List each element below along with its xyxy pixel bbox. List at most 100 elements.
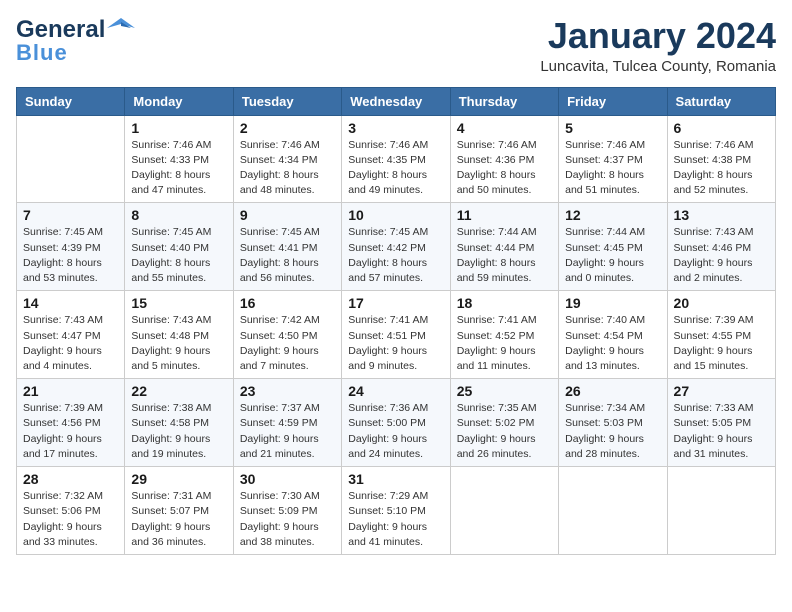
calendar-cell: 15 Sunrise: 7:43 AMSunset: 4:48 PMDayligh… xyxy=(125,291,233,379)
day-info: Sunrise: 7:44 AMSunset: 4:45 PMDaylight:… xyxy=(565,225,660,286)
logo-bird-icon xyxy=(107,14,135,42)
calendar-cell: 27 Sunrise: 7:33 AMSunset: 5:05 PMDayligh… xyxy=(667,379,775,467)
day-info: Sunrise: 7:46 AMSunset: 4:37 PMDaylight:… xyxy=(565,138,660,199)
day-info: Sunrise: 7:39 AMSunset: 4:56 PMDaylight:… xyxy=(23,401,118,462)
week-row-4: 21 Sunrise: 7:39 AMSunset: 4:56 PMDayligh… xyxy=(17,379,776,467)
weekday-header-thursday: Thursday xyxy=(450,87,558,115)
week-row-1: 1 Sunrise: 7:46 AMSunset: 4:33 PMDaylight… xyxy=(17,115,776,203)
logo-blue-text: Blue xyxy=(16,40,68,66)
calendar-cell: 13Sunrise: 7:43 AMSunset: 4:46 PMDayligh… xyxy=(667,203,775,291)
day-number: 14 xyxy=(23,295,118,311)
calendar-cell: 19 Sunrise: 7:40 AMSunset: 4:54 PMDayligh… xyxy=(559,291,667,379)
weekday-header-saturday: Saturday xyxy=(667,87,775,115)
weekday-header-wednesday: Wednesday xyxy=(342,87,450,115)
day-info: Sunrise: 7:45 AMSunset: 4:39 PMDaylight:… xyxy=(23,225,118,286)
calendar-cell: 12 Sunrise: 7:44 AMSunset: 4:45 PMDayligh… xyxy=(559,203,667,291)
calendar-cell xyxy=(450,467,558,555)
day-info: Sunrise: 7:39 AMSunset: 4:55 PMDaylight:… xyxy=(674,313,769,374)
calendar-cell: 5 Sunrise: 7:46 AMSunset: 4:37 PMDaylight… xyxy=(559,115,667,203)
calendar-cell: 6Sunrise: 7:46 AMSunset: 4:38 PMDaylight… xyxy=(667,115,775,203)
day-info: Sunrise: 7:45 AMSunset: 4:41 PMDaylight:… xyxy=(240,225,335,286)
calendar-cell: 30Sunrise: 7:30 AMSunset: 5:09 PMDayligh… xyxy=(233,467,341,555)
day-number: 4 xyxy=(457,120,552,136)
day-info: Sunrise: 7:35 AMSunset: 5:02 PMDaylight:… xyxy=(457,401,552,462)
day-info: Sunrise: 7:46 AMSunset: 4:34 PMDaylight:… xyxy=(240,138,335,199)
calendar-cell: 18 Sunrise: 7:41 AMSunset: 4:52 PMDayligh… xyxy=(450,291,558,379)
day-info: Sunrise: 7:41 AMSunset: 4:52 PMDaylight:… xyxy=(457,313,552,374)
day-number: 2 xyxy=(240,120,335,136)
calendar-cell: 1 Sunrise: 7:46 AMSunset: 4:33 PMDaylight… xyxy=(125,115,233,203)
day-number: 31 xyxy=(348,471,443,487)
day-info: Sunrise: 7:45 AMSunset: 4:42 PMDaylight:… xyxy=(348,225,443,286)
day-number: 25 xyxy=(457,383,552,399)
calendar-cell xyxy=(17,115,125,203)
weekday-header-sunday: Sunday xyxy=(17,87,125,115)
day-info: Sunrise: 7:38 AMSunset: 4:58 PMDaylight:… xyxy=(131,401,226,462)
day-number: 28 xyxy=(23,471,118,487)
logo: General Blue xyxy=(16,16,135,66)
day-info: Sunrise: 7:46 AMSunset: 4:35 PMDaylight:… xyxy=(348,138,443,199)
title-block: January 2024 Luncavita, Tulcea County, R… xyxy=(540,16,776,75)
day-number: 17 xyxy=(348,295,443,311)
day-number: 9 xyxy=(240,207,335,223)
calendar-cell: 22 Sunrise: 7:38 AMSunset: 4:58 PMDayligh… xyxy=(125,379,233,467)
page-header: General Blue January 2024 Luncavita, Tul… xyxy=(16,16,776,75)
weekday-header-friday: Friday xyxy=(559,87,667,115)
location-subtitle: Luncavita, Tulcea County, Romania xyxy=(540,58,776,75)
day-info: Sunrise: 7:29 AMSunset: 5:10 PMDaylight:… xyxy=(348,489,443,550)
day-info: Sunrise: 7:40 AMSunset: 4:54 PMDaylight:… xyxy=(565,313,660,374)
day-info: Sunrise: 7:45 AMSunset: 4:40 PMDaylight:… xyxy=(131,225,226,286)
day-number: 18 xyxy=(457,295,552,311)
week-row-2: 7 Sunrise: 7:45 AMSunset: 4:39 PMDaylight… xyxy=(17,203,776,291)
calendar-cell: 28 Sunrise: 7:32 AMSunset: 5:06 PMDayligh… xyxy=(17,467,125,555)
day-number: 1 xyxy=(131,120,226,136)
calendar-cell xyxy=(559,467,667,555)
day-info: Sunrise: 7:30 AMSunset: 5:09 PMDaylight:… xyxy=(240,489,335,550)
calendar-cell: 10Sunrise: 7:45 AMSunset: 4:42 PMDayligh… xyxy=(342,203,450,291)
calendar-table: SundayMondayTuesdayWednesdayThursdayFrid… xyxy=(16,87,776,555)
calendar-cell: 16Sunrise: 7:42 AMSunset: 4:50 PMDayligh… xyxy=(233,291,341,379)
day-number: 22 xyxy=(131,383,226,399)
day-info: Sunrise: 7:46 AMSunset: 4:38 PMDaylight:… xyxy=(674,138,769,199)
day-info: Sunrise: 7:37 AMSunset: 4:59 PMDaylight:… xyxy=(240,401,335,462)
calendar-cell: 14Sunrise: 7:43 AMSunset: 4:47 PMDayligh… xyxy=(17,291,125,379)
calendar-cell: 7 Sunrise: 7:45 AMSunset: 4:39 PMDaylight… xyxy=(17,203,125,291)
day-info: Sunrise: 7:31 AMSunset: 5:07 PMDaylight:… xyxy=(131,489,226,550)
day-info: Sunrise: 7:44 AMSunset: 4:44 PMDaylight:… xyxy=(457,225,552,286)
calendar-cell: 25 Sunrise: 7:35 AMSunset: 5:02 PMDayligh… xyxy=(450,379,558,467)
day-info: Sunrise: 7:42 AMSunset: 4:50 PMDaylight:… xyxy=(240,313,335,374)
week-row-3: 14Sunrise: 7:43 AMSunset: 4:47 PMDayligh… xyxy=(17,291,776,379)
weekday-header-monday: Monday xyxy=(125,87,233,115)
day-info: Sunrise: 7:32 AMSunset: 5:06 PMDaylight:… xyxy=(23,489,118,550)
calendar-cell: 11 Sunrise: 7:44 AMSunset: 4:44 PMDayligh… xyxy=(450,203,558,291)
day-info: Sunrise: 7:43 AMSunset: 4:48 PMDaylight:… xyxy=(131,313,226,374)
day-info: Sunrise: 7:46 AMSunset: 4:33 PMDaylight:… xyxy=(131,138,226,199)
day-number: 11 xyxy=(457,207,552,223)
day-info: Sunrise: 7:41 AMSunset: 4:51 PMDaylight:… xyxy=(348,313,443,374)
day-number: 19 xyxy=(565,295,660,311)
day-number: 5 xyxy=(565,120,660,136)
month-title: January 2024 xyxy=(540,16,776,56)
week-row-5: 28 Sunrise: 7:32 AMSunset: 5:06 PMDayligh… xyxy=(17,467,776,555)
day-number: 15 xyxy=(131,295,226,311)
calendar-cell: 9 Sunrise: 7:45 AMSunset: 4:41 PMDaylight… xyxy=(233,203,341,291)
day-number: 20 xyxy=(674,295,769,311)
day-info: Sunrise: 7:46 AMSunset: 4:36 PMDaylight:… xyxy=(457,138,552,199)
day-number: 7 xyxy=(23,207,118,223)
weekday-header-row: SundayMondayTuesdayWednesdayThursdayFrid… xyxy=(17,87,776,115)
calendar-cell: 4 Sunrise: 7:46 AMSunset: 4:36 PMDaylight… xyxy=(450,115,558,203)
day-number: 12 xyxy=(565,207,660,223)
day-number: 26 xyxy=(565,383,660,399)
day-info: Sunrise: 7:33 AMSunset: 5:05 PMDaylight:… xyxy=(674,401,769,462)
calendar-cell: 8Sunrise: 7:45 AMSunset: 4:40 PMDaylight… xyxy=(125,203,233,291)
calendar-cell: 3 Sunrise: 7:46 AMSunset: 4:35 PMDaylight… xyxy=(342,115,450,203)
weekday-header-tuesday: Tuesday xyxy=(233,87,341,115)
day-number: 23 xyxy=(240,383,335,399)
day-number: 3 xyxy=(348,120,443,136)
day-number: 21 xyxy=(23,383,118,399)
day-number: 27 xyxy=(674,383,769,399)
day-info: Sunrise: 7:36 AMSunset: 5:00 PMDaylight:… xyxy=(348,401,443,462)
day-info: Sunrise: 7:43 AMSunset: 4:46 PMDaylight:… xyxy=(674,225,769,286)
calendar-cell xyxy=(667,467,775,555)
day-number: 24 xyxy=(348,383,443,399)
